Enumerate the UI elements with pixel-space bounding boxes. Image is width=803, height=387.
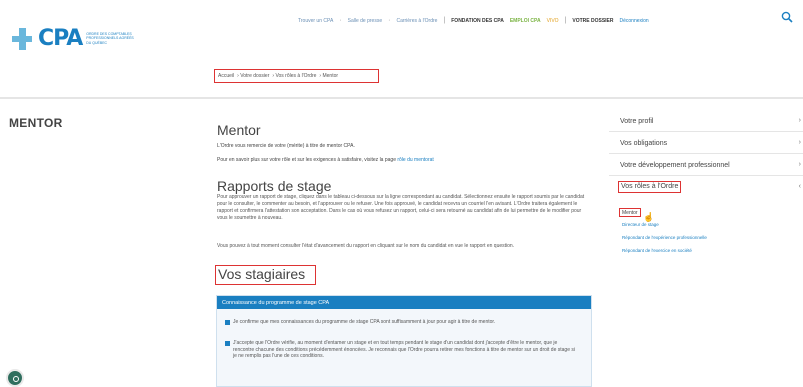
logo-text: CPA	[38, 26, 83, 51]
logo-subtitle: Ordre des comptables professionnels agré…	[86, 31, 134, 45]
breadcrumb-current: Mentor	[322, 73, 339, 79]
confirm-row-2[interactable]: J'accepte que l'Ordre vérifie, au moment…	[225, 340, 577, 360]
search-icon[interactable]	[781, 11, 793, 23]
panel-header: Connaissance du programme de stage CPA	[217, 296, 591, 309]
confirm-row-1[interactable]: Je confirme que mes connaissances du pro…	[225, 319, 577, 326]
chevron-down-icon: ‹	[798, 183, 801, 190]
site-header: CPA Ordre des comptables professionnels …	[0, 0, 803, 66]
top-navigation: Trouver un CPA · Salle de presse · Carri…	[298, 17, 649, 24]
mentorat-link[interactable]: rôle du mentorat	[397, 157, 433, 163]
info-text: Pour en savoir plus sur votre rôle et su…	[217, 157, 434, 163]
nav-votre-dossier[interactable]: VOTRE DOSSIER	[572, 18, 613, 24]
sidebar-item-developpement[interactable]: Votre développement professionnel ›	[609, 154, 803, 176]
sidebar-subitem-mentor[interactable]: Mentor	[619, 208, 641, 217]
rapports-heading: Rapports de stage	[217, 178, 332, 194]
chevron-right-icon: ›	[798, 117, 801, 124]
nav-deconnexion[interactable]: Déconnexion	[620, 18, 649, 24]
breadcrumb: Accueil › Votre dossier › Vos rôles à l'Or…	[214, 69, 379, 83]
sidebar-item-roles[interactable]: Vos rôles à l'Ordre	[618, 181, 682, 193]
nav-emploi[interactable]: EMPLOI CPA	[510, 18, 541, 24]
sidebar-subitem-repondant-soc[interactable]: Répondant de l'exercice en société	[622, 248, 692, 253]
sidebar-subitem-directeur[interactable]: Directeur de stage	[622, 222, 659, 227]
chevron-right-icon: ›	[798, 161, 801, 168]
section-title: MENTOR	[9, 116, 63, 130]
nav-salle-presse[interactable]: Salle de presse	[348, 18, 382, 24]
nav-trouver-cpa[interactable]: Trouver un CPA	[298, 18, 333, 24]
nav-carrieres[interactable]: Carrières à l'Ordre	[396, 18, 437, 24]
page-title: Mentor	[217, 122, 261, 138]
cpa-logo[interactable]: CPA Ordre des comptables professionnels …	[10, 26, 138, 51]
breadcrumb-roles[interactable]: Vos rôles à l'Ordre	[275, 73, 316, 79]
sidebar-subitem-repondant-exp[interactable]: Répondant de l'expérience professionnell…	[622, 235, 707, 240]
breadcrumb-accueil[interactable]: Accueil	[218, 73, 234, 79]
nav-fondation[interactable]: FONDATION DES CPA	[451, 18, 504, 24]
chat-icon[interactable]	[6, 369, 24, 387]
sidebar-item-profil[interactable]: Votre profil ›	[609, 110, 803, 132]
stagiaires-heading: Vos stagiaires	[218, 266, 306, 282]
program-panel: Connaissance du programme de stage CPA J…	[216, 295, 592, 387]
confirm-text-2: J'accepte que l'Ordre vérifie, au moment…	[233, 340, 575, 359]
maple-cross-icon	[10, 27, 36, 50]
sidebar-item-obligations[interactable]: Vos obligations ›	[609, 132, 803, 154]
nav-vivo[interactable]: VIVO	[547, 18, 559, 24]
rapports-text-2: Vous pouvez à tout moment consulter l'ét…	[217, 243, 515, 249]
checkbox-icon[interactable]	[225, 341, 230, 346]
rapports-text: Pour approuver un rapport de stage, cliq…	[217, 194, 585, 221]
breadcrumb-dossier[interactable]: Votre dossier	[240, 73, 269, 79]
divider	[0, 97, 803, 99]
chevron-right-icon: ›	[798, 139, 801, 146]
checkbox-icon[interactable]	[225, 320, 230, 325]
intro-text: L'Ordre vous remercie de votre (mérite) …	[217, 143, 355, 149]
confirm-text-1: Je confirme que mes connaissances du pro…	[233, 319, 496, 325]
